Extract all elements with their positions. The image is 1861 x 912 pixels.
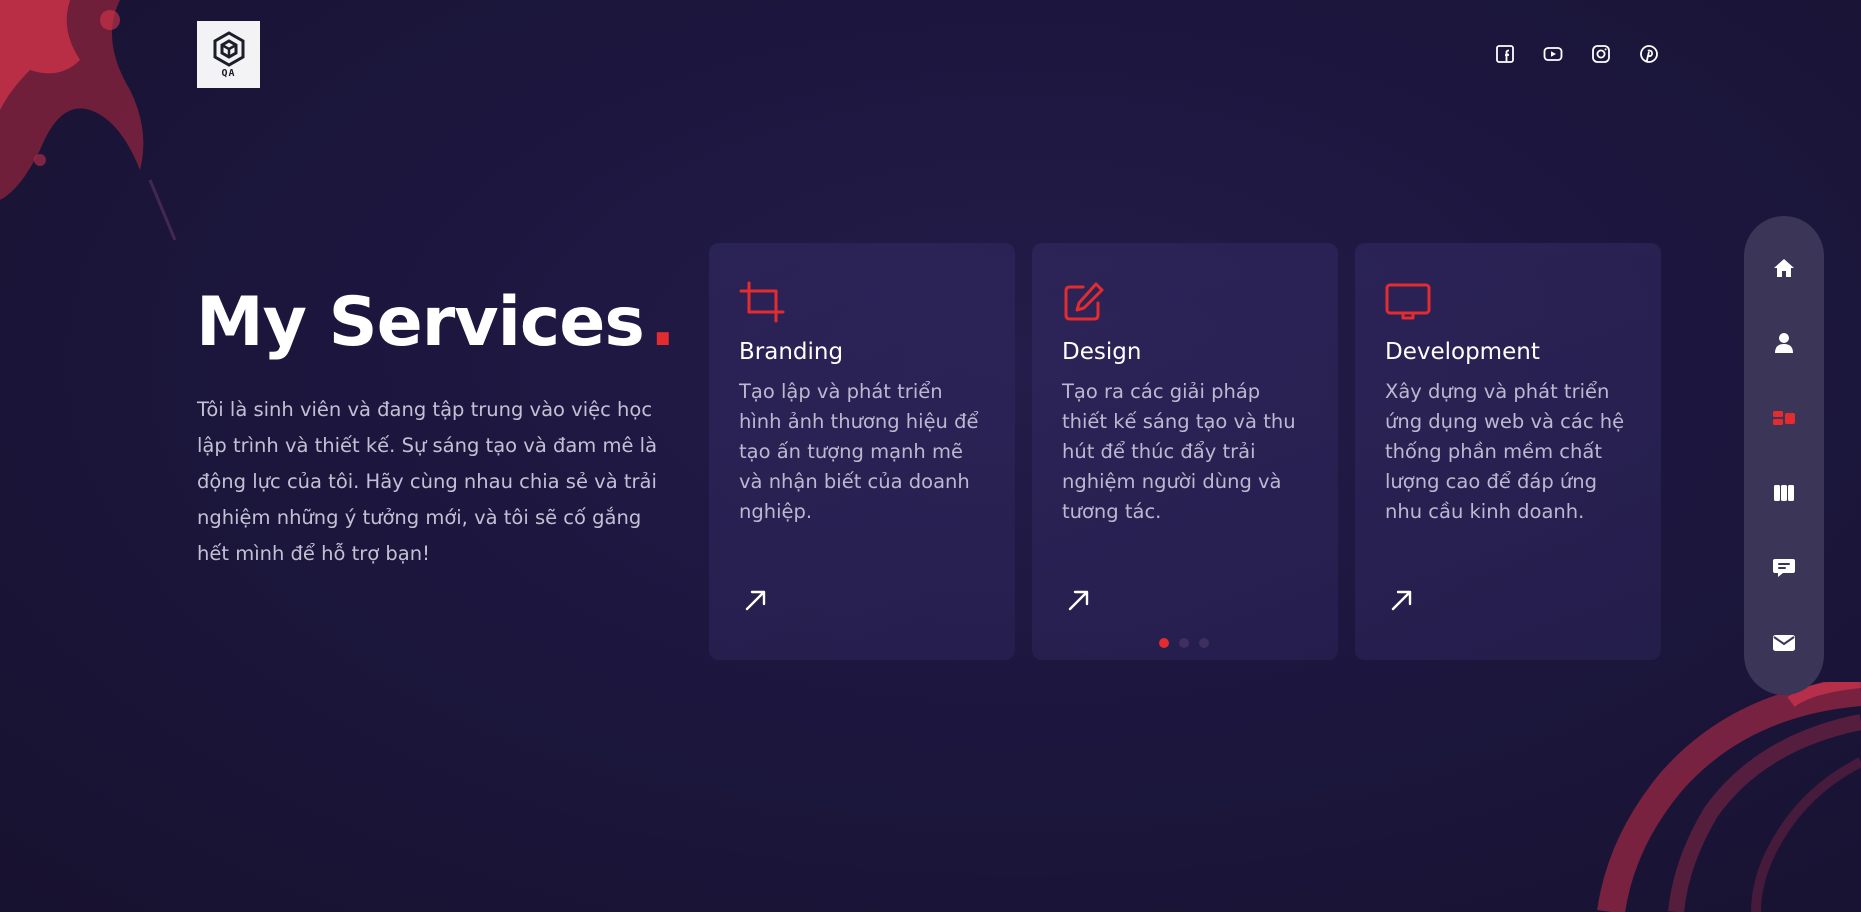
logo-cube-icon	[213, 30, 244, 67]
carousel-pagination	[1159, 638, 1209, 648]
service-description: Tạo ra các giải pháp thiết kế sáng tạo v…	[1062, 380, 1296, 523]
service-card-branding[interactable]: Branding Tạo lập và phát triển hình ảnh …	[709, 243, 1015, 660]
arrow-up-right-icon[interactable]	[1389, 587, 1415, 613]
nav-services[interactable]	[1771, 405, 1797, 431]
service-card-design[interactable]: Design Tạo ra các giải pháp thiết kế sán…	[1032, 243, 1338, 660]
instagram-icon[interactable]	[1590, 43, 1612, 65]
nav-contact[interactable]	[1771, 630, 1797, 656]
brush-decoration-top-left	[0, 0, 177, 241]
monitor-icon	[1385, 281, 1431, 323]
edit-icon	[1062, 281, 1108, 323]
nav-home[interactable]	[1771, 255, 1797, 281]
intro-text: Tôi là sinh viên và đang tập trung vào v…	[197, 398, 658, 565]
pagination-dot-1[interactable]	[1159, 638, 1169, 648]
home-icon	[1774, 259, 1794, 277]
pagination-dot-3[interactable]	[1199, 638, 1209, 648]
services-carousel: Branding Tạo lập và phát triển hình ảnh …	[709, 243, 1661, 660]
logo-text: QA	[221, 67, 236, 79]
service-title: Branding	[739, 339, 844, 365]
page-title: My Services.	[196, 283, 676, 363]
service-card-development[interactable]: Development Xây dựng và phát triển ứng d…	[1355, 243, 1661, 660]
social-links	[1494, 43, 1660, 65]
service-description: Xây dựng và phát triển ứng dụng web và c…	[1385, 380, 1625, 523]
nav-portfolio[interactable]	[1771, 480, 1797, 506]
arrow-up-right-icon[interactable]	[1066, 587, 1092, 613]
youtube-icon[interactable]	[1542, 43, 1564, 65]
portfolio-icon	[1774, 485, 1794, 501]
service-title: Design	[1062, 339, 1142, 365]
services-icon	[1773, 411, 1795, 425]
side-navigation	[1744, 216, 1824, 695]
mail-icon	[1773, 635, 1795, 651]
crop-icon	[739, 281, 785, 323]
pinterest-icon[interactable]	[1638, 43, 1660, 65]
service-description: Tạo lập và phát triển hình ảnh thương hi…	[739, 380, 979, 523]
pagination-dot-2[interactable]	[1179, 638, 1189, 648]
nav-about[interactable]	[1771, 330, 1797, 356]
arrow-up-right-icon[interactable]	[743, 587, 769, 613]
brush-decoration-bottom-right	[1597, 682, 1861, 912]
logo[interactable]: QA	[197, 21, 260, 88]
facebook-icon[interactable]	[1494, 43, 1516, 65]
page-title-text: My Services	[196, 283, 645, 362]
chat-icon	[1773, 559, 1795, 577]
nav-testimonials[interactable]	[1771, 555, 1797, 581]
user-icon	[1775, 333, 1793, 353]
service-title: Development	[1385, 339, 1540, 365]
page-title-dot: .	[649, 283, 676, 362]
